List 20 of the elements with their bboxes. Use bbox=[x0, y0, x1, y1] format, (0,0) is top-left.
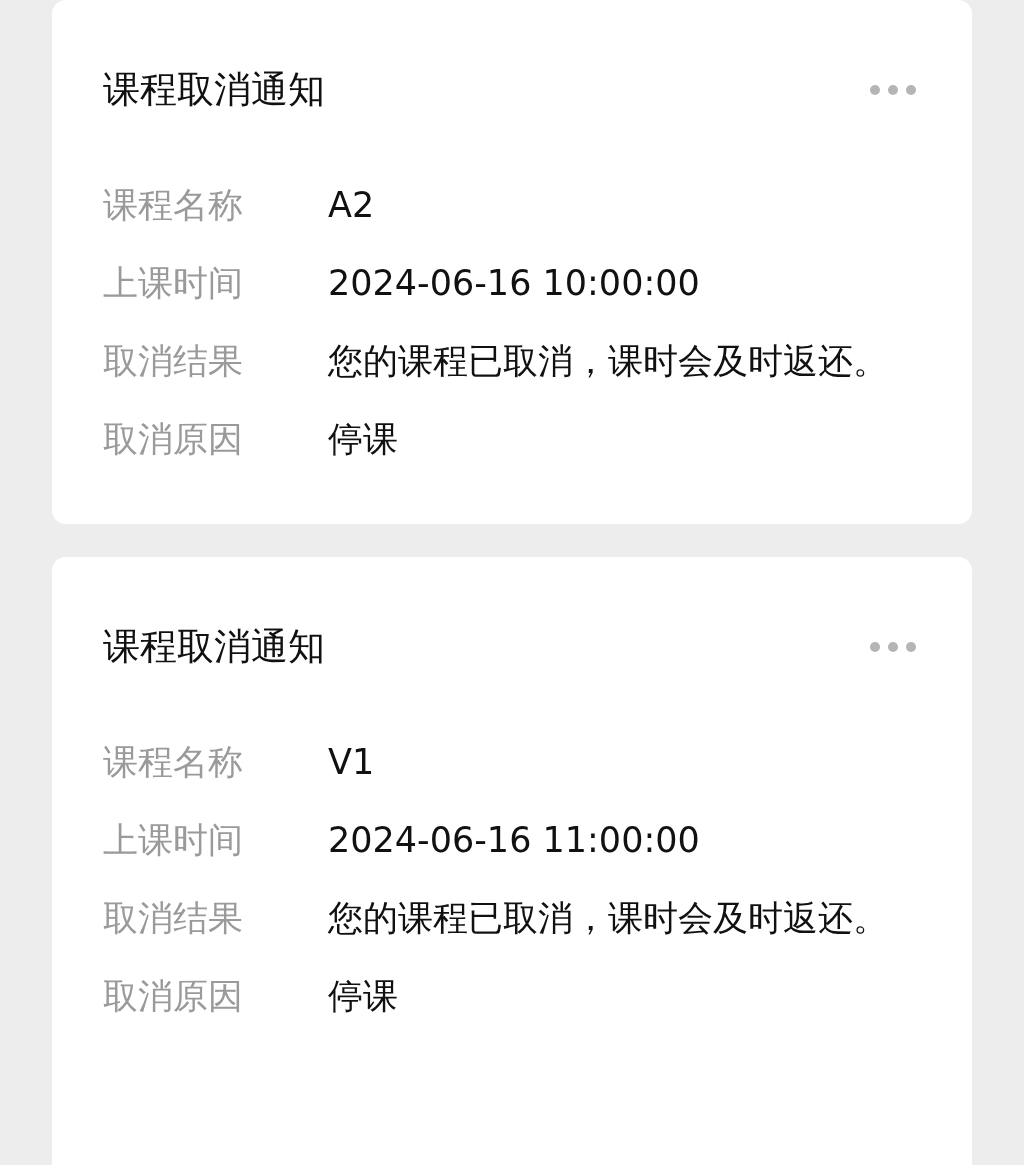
field-label: 课程名称 bbox=[103, 184, 244, 227]
field-value: 2024-06-16 10:00:00 bbox=[328, 262, 701, 305]
field-label: 上课时间 bbox=[103, 819, 244, 862]
field-label: 取消原因 bbox=[103, 418, 244, 461]
field-value: 您的课程已取消，课时会及时返还。 bbox=[328, 340, 889, 383]
field-value: V1 bbox=[328, 741, 376, 784]
card-title: 课程取消通知 bbox=[103, 67, 325, 113]
more-icon[interactable] bbox=[869, 641, 917, 653]
field-value: 2024-06-16 11:00:00 bbox=[328, 819, 701, 862]
field-label: 取消结果 bbox=[103, 340, 244, 383]
field-value: 停课 bbox=[328, 975, 399, 1018]
field-label: 取消结果 bbox=[103, 897, 244, 940]
field-value: A2 bbox=[328, 184, 376, 227]
field-label: 上课时间 bbox=[103, 262, 244, 305]
more-icon[interactable] bbox=[869, 84, 917, 96]
field-label: 课程名称 bbox=[103, 741, 244, 784]
field-label: 取消原因 bbox=[103, 975, 244, 1018]
card-title: 课程取消通知 bbox=[103, 624, 325, 670]
field-value: 停课 bbox=[328, 418, 399, 461]
field-value: 您的课程已取消，课时会及时返还。 bbox=[328, 897, 889, 940]
